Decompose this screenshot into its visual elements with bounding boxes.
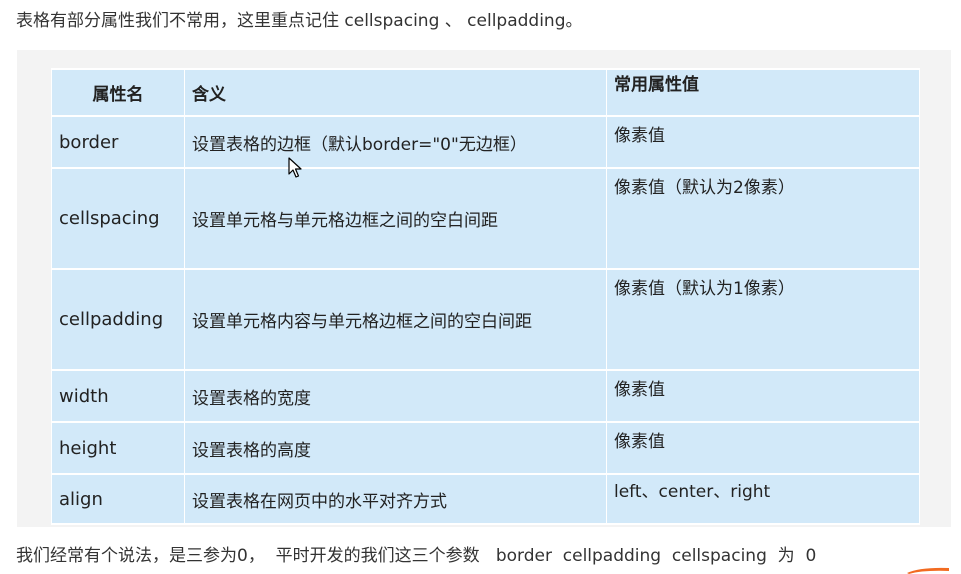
attribute-meaning-cell: 设置单元格与单元格边框之间的空白间距 xyxy=(184,167,607,270)
table-row: cellpadding 设置单元格内容与单元格边框之间的空白间距 像素值（默认为… xyxy=(51,268,920,371)
attribute-meaning-cell: 设置表格在网页中的水平对齐方式 xyxy=(184,473,607,525)
table-row: align 设置表格在网页中的水平对齐方式 left、center、right xyxy=(51,473,920,525)
attribute-meaning-cell: 设置表格的高度 xyxy=(184,421,607,475)
table-row: border 设置表格的边框（默认border="0"无边框） 像素值 xyxy=(51,115,920,169)
corner-swoosh-icon xyxy=(907,567,949,574)
attribute-value-cell: 像素值 xyxy=(606,369,920,423)
attribute-value-cell: 像素值 xyxy=(606,115,920,169)
attribute-name-cell: align xyxy=(51,473,185,525)
attribute-name-cell: cellpadding xyxy=(51,268,185,371)
attribute-name-cell: height xyxy=(51,421,185,475)
table-row: cellspacing 设置单元格与单元格边框之间的空白间距 像素值（默认为2像… xyxy=(51,167,920,270)
table-row: width 设置表格的宽度 像素值 xyxy=(51,369,920,423)
table-header-row: 属性名 含义 常用属性值 xyxy=(51,68,920,117)
attribute-name-cell: width xyxy=(51,369,185,423)
attribute-value-cell: 像素值 xyxy=(606,421,920,475)
attribute-value-cell: left、center、right xyxy=(606,473,920,525)
intro-text: 表格有部分属性我们不常用，这里重点记住 cellspacing 、 cellpa… xyxy=(16,11,583,31)
header-meaning: 含义 xyxy=(184,68,607,117)
attribute-name-cell: cellspacing xyxy=(51,167,185,270)
attribute-name-cell: border xyxy=(51,115,185,169)
attribute-value-cell: 像素值（默认为2像素） xyxy=(606,167,920,270)
outro-text: 我们经常有个说法，是三参为0， 平时开发的我们这三个参数 border cell… xyxy=(16,546,817,566)
attribute-meaning-cell: 设置表格的边框（默认border="0"无边框） xyxy=(184,115,607,169)
header-common-value: 常用属性值 xyxy=(606,68,920,117)
attribute-meaning-cell: 设置表格的宽度 xyxy=(184,369,607,423)
table-row: height 设置表格的高度 像素值 xyxy=(51,421,920,475)
header-attribute-name: 属性名 xyxy=(51,68,185,117)
attribute-meaning-cell: 设置单元格内容与单元格边框之间的空白间距 xyxy=(184,268,607,371)
attribute-value-cell: 像素值（默认为1像素） xyxy=(606,268,920,371)
attribute-table: 属性名 含义 常用属性值 border 设置表格的边框（默认border="0"… xyxy=(51,68,920,525)
mouse-pointer-icon xyxy=(288,157,302,178)
